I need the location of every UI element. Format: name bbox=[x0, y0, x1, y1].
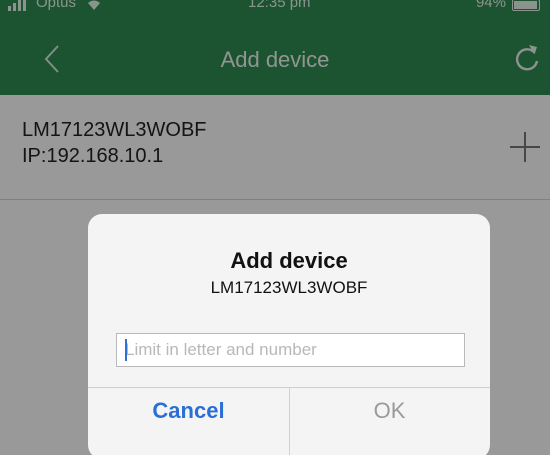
dialog-title: Add device bbox=[230, 248, 348, 273]
cancel-button[interactable]: Cancel bbox=[88, 375, 289, 447]
device-name-input[interactable] bbox=[116, 333, 465, 367]
dialog-actions: Cancel OK bbox=[88, 387, 490, 455]
add-device-dialog: Add device LM17123WL3WOBF Cancel OK bbox=[88, 214, 490, 455]
dialog-device-id: LM17123WL3WOBF bbox=[210, 278, 368, 297]
text-caret bbox=[125, 339, 127, 361]
ok-button[interactable]: OK bbox=[289, 375, 490, 447]
app-screen: Optus 12:35 pm 94% Add device LM17123WL3… bbox=[0, 0, 550, 455]
